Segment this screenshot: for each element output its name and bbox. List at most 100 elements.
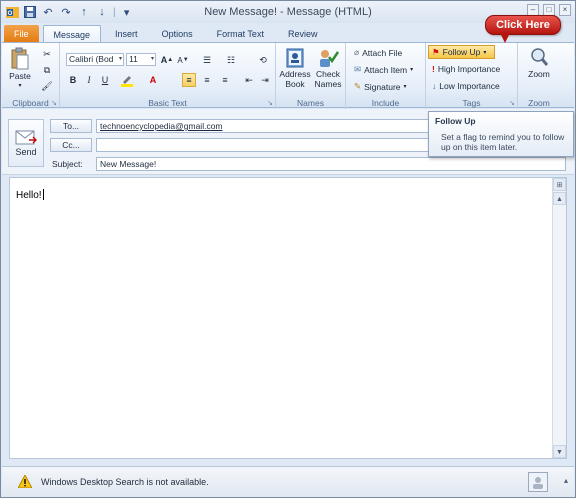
low-importance-label: Low Importance — [439, 81, 500, 91]
body-text: Hello! — [16, 190, 42, 201]
zoom-button[interactable]: Zoom — [524, 47, 554, 79]
tab-file[interactable]: File — [4, 25, 39, 43]
outlook-message-window: O ↶ ↷ ↑ ↓ | ▾ New Message! - Message (HT… — [0, 0, 576, 498]
to-button[interactable]: To... — [50, 119, 92, 133]
click-here-callout: Click Here — [485, 15, 561, 43]
shrink-font-icon[interactable]: A ▼ — [176, 53, 190, 67]
scroll-down-icon[interactable]: ▼ — [553, 445, 566, 458]
check-names-button[interactable]: Check Names — [312, 47, 344, 89]
paste-label: Paste — [9, 71, 31, 81]
send-button[interactable]: Send — [8, 119, 44, 167]
status-bar: Windows Desktop Search is not available.… — [2, 466, 574, 497]
follow-up-tooltip: Follow Up Set a flag to remind you to fo… — [428, 111, 574, 157]
zoom-group-label: Zoom — [528, 98, 550, 108]
basic-text-group-label: Basic Text — [148, 98, 187, 108]
highlight-icon[interactable] — [120, 73, 134, 87]
paperclip-icon: ⌀ — [354, 47, 360, 57]
ruler-toggle-icon[interactable]: ⊞ — [553, 178, 566, 191]
numbering-icon[interactable]: ☷ — [224, 53, 238, 67]
attach-file-label: Attach File — [362, 47, 403, 58]
clear-formatting-icon[interactable]: ⟲ — [256, 53, 270, 67]
vertical-scrollbar[interactable]: ⊞ ▲ ▼ — [552, 178, 566, 458]
warning-icon — [17, 473, 33, 489]
tab-review[interactable]: Review — [278, 25, 328, 43]
italic-button[interactable]: I — [82, 73, 96, 87]
follow-up-label: Follow Up — [442, 47, 481, 57]
signature-button[interactable]: ✎ Signature ▾ — [354, 81, 407, 92]
grow-font-icon[interactable]: A ▲ — [160, 53, 174, 67]
body-text-line[interactable]: Hello! — [16, 189, 44, 201]
check-names-label-line2: Names — [314, 79, 342, 89]
dialog-launcher-icon[interactable]: ↘ — [267, 99, 273, 107]
down-arrow-icon: ↓ — [432, 81, 437, 91]
dialog-launcher-icon[interactable]: ↘ — [509, 99, 515, 107]
address-book-label-line2: Book — [285, 79, 305, 89]
paste-button[interactable]: Paste ▾ — [8, 47, 32, 91]
tooltip-description: Set a flag to remind you to follow up on… — [441, 132, 565, 152]
attach-item-button[interactable]: ✉ Attach Item ▾ — [354, 64, 413, 75]
follow-up-button[interactable]: ⚑ Follow Up ▾ — [428, 45, 495, 59]
align-center-icon[interactable]: ≡ — [200, 73, 214, 87]
chevron-down-icon: ▾ — [483, 49, 487, 56]
names-group: Address Book Check Names Names — [276, 43, 346, 109]
expand-people-pane-icon[interactable]: ▴ — [564, 476, 568, 485]
clipboard-group: Paste ▾ ✂ ⧉ 🖌 Clipboard ↘ — [2, 43, 60, 109]
chevron-down-icon: ▾ — [18, 83, 22, 89]
send-icon — [15, 130, 37, 145]
increase-indent-icon[interactable]: ⇥ — [258, 73, 272, 87]
format-painter-icon[interactable]: 🖌 — [40, 79, 54, 93]
exclamation-icon: ! — [432, 64, 435, 74]
tab-message[interactable]: Message — [42, 25, 102, 43]
signature-icon: ✎ — [354, 81, 362, 91]
low-importance-button[interactable]: ↓ Low Importance — [432, 81, 500, 91]
tags-group-label: Tags — [462, 98, 481, 108]
check-names-icon — [320, 50, 339, 67]
chevron-down-icon: ▾ — [150, 56, 154, 62]
dialog-launcher-icon[interactable]: ↘ — [51, 99, 57, 107]
tab-insert[interactable]: Insert — [105, 25, 148, 43]
contact-picture-icon[interactable] — [528, 472, 548, 492]
include-group-label: Include — [371, 98, 400, 108]
chevron-down-icon: ▾ — [118, 56, 122, 62]
address-book-button[interactable]: Address Book — [279, 47, 311, 89]
names-group-label: Names — [297, 98, 324, 108]
text-caret — [42, 189, 44, 200]
tab-format-text[interactable]: Format Text — [207, 25, 274, 43]
signature-label: Signature — [364, 81, 401, 92]
close-button[interactable]: × — [559, 4, 571, 16]
address-book-label-line1: Address — [279, 69, 311, 79]
envelope-icon: ✉ — [354, 64, 362, 74]
zoom-label: Zoom — [528, 69, 550, 79]
scroll-up-icon[interactable]: ▲ — [553, 192, 566, 205]
subject-label: Subject: — [52, 159, 83, 169]
cut-icon[interactable]: ✂ — [40, 47, 54, 61]
magnifier-icon — [531, 48, 549, 66]
high-importance-button[interactable]: ! High Importance — [432, 64, 500, 74]
font-size-combo[interactable]: 11 ▾ — [126, 53, 156, 66]
font-name-combo[interactable]: Calibri (Bod ▾ — [66, 53, 124, 66]
chevron-down-icon: ▾ — [403, 84, 407, 90]
font-size-value: 11 — [129, 54, 138, 64]
chevron-down-icon: ▾ — [410, 67, 414, 73]
cc-button[interactable]: Cc... — [50, 138, 92, 152]
copy-icon[interactable]: ⧉ — [40, 63, 54, 77]
high-importance-label: High Importance — [437, 64, 501, 74]
zoom-group: Zoom Zoom — [518, 43, 560, 109]
decrease-indent-icon[interactable]: ⇤ — [242, 73, 256, 87]
paste-icon — [11, 47, 29, 70]
tab-options[interactable]: Options — [152, 25, 203, 43]
status-message: Windows Desktop Search is not available. — [41, 477, 209, 487]
subject-field[interactable]: New Message! — [96, 157, 566, 171]
underline-button[interactable]: U — [98, 73, 112, 87]
bullets-icon[interactable]: ☰ — [200, 53, 214, 67]
align-right-icon[interactable]: ≡ — [218, 73, 232, 87]
message-body[interactable]: Hello! ⊞ ▲ ▼ — [9, 177, 567, 459]
check-names-label-line1: Check — [315, 69, 341, 79]
tooltip-title: Follow Up — [435, 116, 476, 126]
attach-file-button[interactable]: ⌀ Attach File — [354, 47, 402, 58]
attach-item-label: Attach Item — [364, 64, 408, 75]
bold-button[interactable]: B — [66, 73, 80, 87]
address-book-icon — [286, 48, 304, 68]
align-left-icon[interactable]: ≡ — [182, 73, 196, 87]
font-color-icon[interactable]: A — [146, 73, 160, 87]
